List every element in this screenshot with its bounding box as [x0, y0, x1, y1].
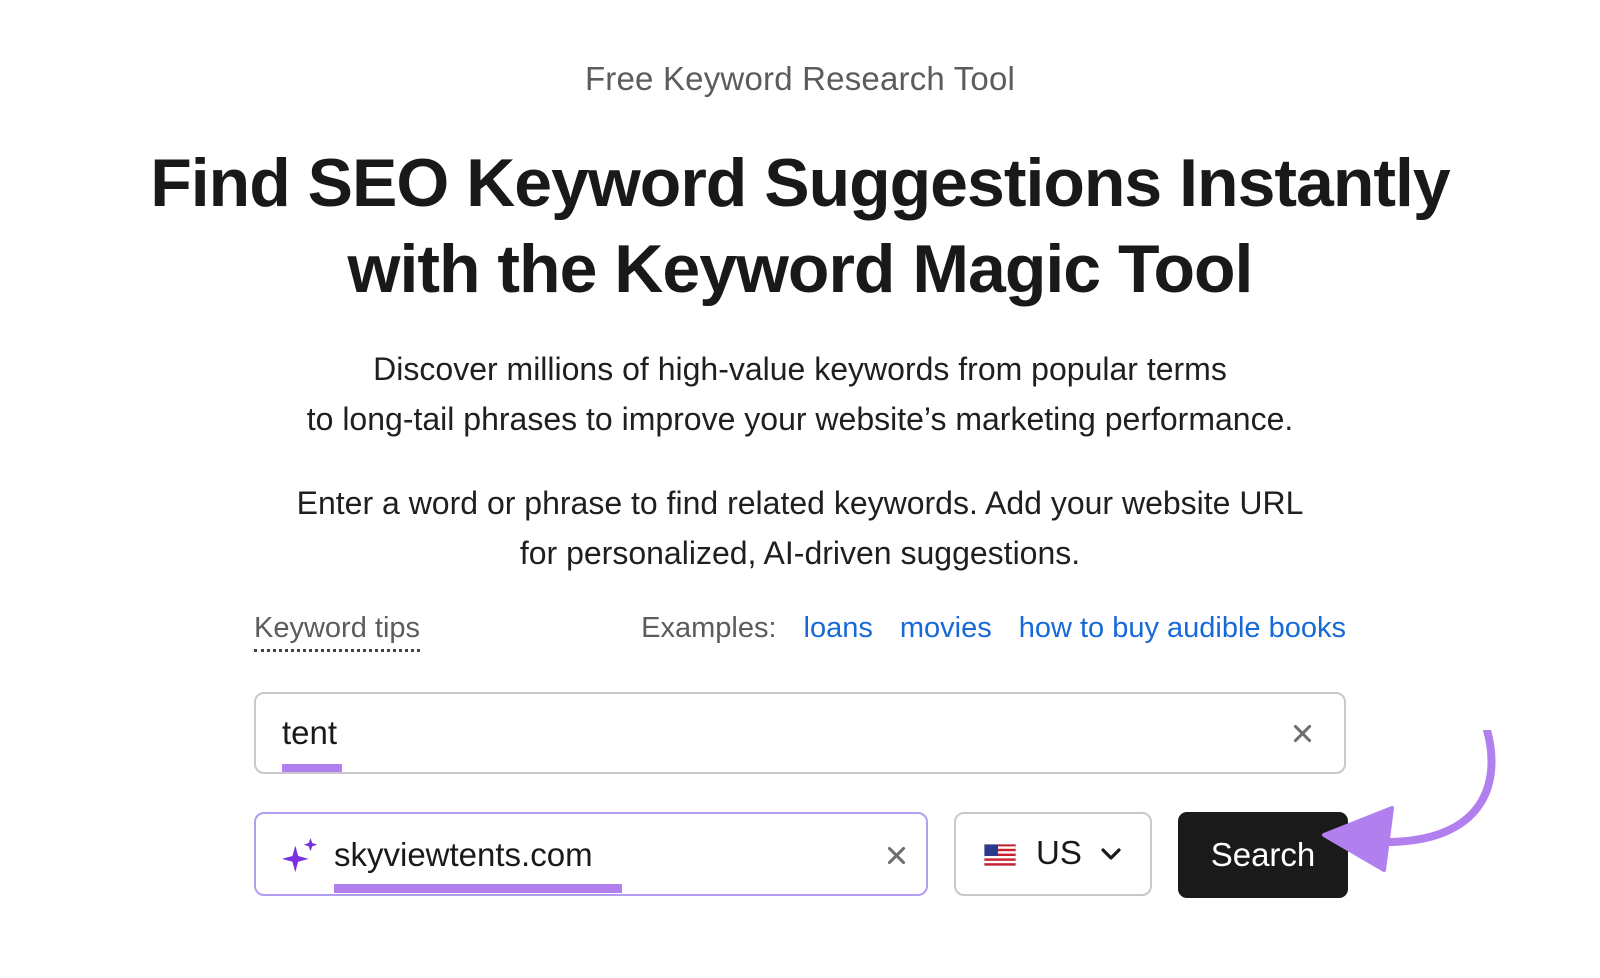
- page-title-line-1: Find SEO Keyword Suggestions Instantly: [150, 145, 1450, 221]
- examples-list: Examples: loans movies how to buy audibl…: [641, 612, 1346, 645]
- clear-url-close-icon[interactable]: [880, 839, 912, 871]
- description-line-2: to long-tail phrases to improve your web…: [306, 401, 1294, 437]
- page-eyebrow: Free Keyword Research Tool: [584, 60, 1016, 97]
- country-label: US: [1036, 834, 1082, 871]
- country-select[interactable]: US: [954, 812, 1152, 896]
- page-instructions: Enter a word or phrase to find related k…: [100, 478, 1500, 578]
- curved-arrow-icon: [1322, 730, 1496, 872]
- us-flag-icon: [984, 844, 1016, 866]
- keyword-field: [254, 692, 1346, 774]
- example-link-movies[interactable]: movies: [900, 612, 992, 645]
- examples-label: Examples:: [641, 612, 777, 644]
- keyword-input[interactable]: [282, 708, 1242, 758]
- search-button[interactable]: Search: [1178, 812, 1348, 898]
- website-url-input[interactable]: [334, 830, 854, 880]
- url-highlight-underline: [334, 884, 622, 893]
- example-link-loans[interactable]: loans: [804, 612, 873, 645]
- tips-row: Keyword tips Examples: loans movies how …: [254, 612, 1346, 662]
- example-link-audible-books[interactable]: how to buy audible books: [1019, 612, 1346, 645]
- page-title-line-2: with the Keyword Magic Tool: [347, 231, 1254, 307]
- keyword-research-page: Free Keyword Research Tool Find SEO Keyw…: [0, 0, 1600, 978]
- keyword-highlight-underline: [282, 764, 342, 772]
- description-line-1: Discover millions of high-value keywords…: [373, 351, 1227, 387]
- instructions-line-2: for personalized, AI-driven suggestions.: [519, 535, 1081, 571]
- website-url-field: [254, 812, 928, 896]
- sparkle-icon: [282, 838, 318, 873]
- page-description: Discover millions of high-value keywords…: [100, 344, 1500, 444]
- instructions-line-1: Enter a word or phrase to find related k…: [296, 485, 1304, 521]
- chevron-down-icon: [1101, 848, 1121, 860]
- page-title: Find SEO Keyword Suggestions Instantly w…: [40, 140, 1560, 312]
- clear-keyword-close-icon[interactable]: [1286, 717, 1318, 749]
- keyword-tips-link[interactable]: Keyword tips: [254, 612, 421, 652]
